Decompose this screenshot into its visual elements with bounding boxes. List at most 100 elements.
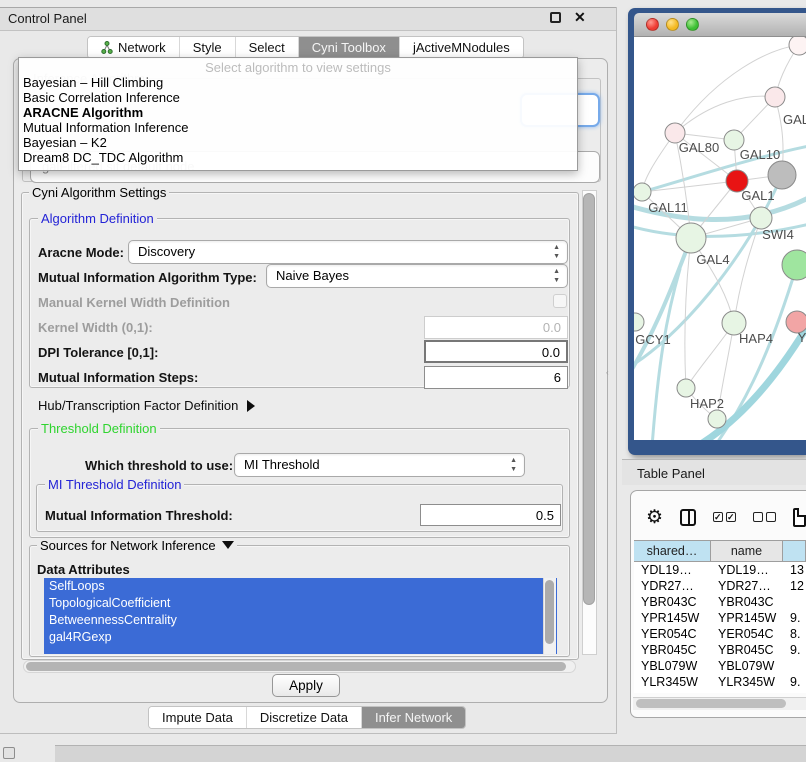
kernel-width-label: Kernel Width (0,1): [38, 320, 153, 335]
control-panel-titlebar [0, 7, 617, 31]
table-row[interactable]: YIL052CYIL052C9 [634, 690, 806, 693]
network-window-titlebar[interactable] [634, 13, 806, 37]
attribute-item[interactable]: SelfLoops [44, 578, 557, 595]
mi-algorithm-type-combobox[interactable]: Naive Bayes ▲▼ [266, 264, 568, 288]
manual-kernel-width-checkbox [553, 294, 567, 308]
network-node[interactable] [634, 313, 644, 331]
network-node[interactable] [782, 250, 806, 280]
table-row[interactable]: YLR345WYLR345W9. [634, 674, 806, 690]
apply-button[interactable]: Apply [272, 674, 340, 697]
checked-box-icon: ✓ [713, 512, 723, 522]
column-header[interactable]: name [711, 541, 783, 561]
table-row[interactable]: YPR145WYPR145W9. [634, 610, 806, 626]
checked-pair-icon[interactable]: ✓ ✓ [713, 512, 736, 522]
checked-box-icon: ✓ [726, 512, 736, 522]
table-row[interactable]: YBR043CYBR043C [634, 594, 806, 610]
tab-cyni-toolbox[interactable]: Cyni Toolbox [299, 37, 400, 58]
float-window-icon[interactable] [550, 12, 561, 23]
table-cell: 13 [783, 562, 806, 578]
panel-resize-grip[interactable]: ‹ [606, 369, 611, 376]
tab-jactivemnodules[interactable]: jActiveMNodules [400, 37, 523, 58]
network-node-label: GAL4 [696, 252, 729, 267]
sources-title-text: Sources for Network Inference [40, 538, 216, 553]
tab-label: jActiveMNodules [413, 37, 510, 58]
panel-divider [0, 733, 617, 734]
table-cell: YBR045C [711, 642, 783, 658]
attribute-item[interactable]: gal4RGexp [44, 629, 557, 646]
tab-discretize-data[interactable]: Discretize Data [247, 707, 362, 728]
which-threshold-combobox[interactable]: MI Threshold ▲▼ [234, 453, 525, 477]
algorithm-dropdown-placeholder: Select algorithm to view settings [19, 60, 577, 75]
split-columns-icon[interactable] [680, 509, 696, 526]
algorithm-option[interactable]: Dream8 DC_TDC Algorithm [19, 150, 577, 165]
network-edge [685, 238, 691, 388]
algorithm-definition-title: Algorithm Definition [38, 211, 157, 226]
gear-icon[interactable]: ⚙ [646, 508, 663, 527]
table-cell: 9. [783, 642, 806, 658]
network-node[interactable] [677, 379, 695, 397]
table-row[interactable]: YDL19…YDL19…13 [634, 562, 806, 578]
tab-network[interactable]: Network [88, 37, 180, 58]
network-node[interactable] [634, 183, 651, 201]
network-node-label: GAL1 [741, 188, 774, 203]
table-cell [783, 658, 806, 674]
table-horizontal-scrollbar-thumb[interactable] [636, 699, 786, 708]
network-node[interactable] [765, 87, 785, 107]
network-node[interactable] [789, 37, 806, 55]
table-cell: YER054C [634, 626, 711, 642]
unchecked-pair-icon[interactable] [753, 512, 776, 522]
sources-horizontal-scrollbar-thumb[interactable] [26, 662, 566, 671]
mi-threshold-definition-title: MI Threshold Definition [45, 477, 184, 492]
mi-threshold-field[interactable]: 0.5 [420, 504, 561, 526]
close-icon[interactable]: ✕ [574, 9, 586, 26]
network-node-label: HAP2 [690, 396, 724, 411]
table-row[interactable]: YER054CYER054C8. [634, 626, 806, 642]
table-cell: 9 [783, 690, 806, 693]
network-node[interactable] [708, 410, 726, 428]
network-node[interactable] [676, 223, 706, 253]
algorithm-option[interactable]: Basic Correlation Inference [19, 90, 577, 105]
algorithm-option[interactable]: Bayesian – Hill Climbing [19, 75, 577, 90]
page-icon[interactable] [793, 508, 806, 527]
algorithm-option[interactable]: Bayesian – K2 [19, 135, 577, 150]
table-cell: YIL052C [711, 690, 783, 693]
table-cell: YPR145W [711, 610, 783, 626]
sources-group-title[interactable]: Sources for Network Inference [37, 538, 237, 553]
minimize-traffic-light-icon[interactable] [666, 18, 679, 31]
dpi-tolerance-field[interactable]: 0.0 [424, 340, 568, 363]
column-header[interactable] [783, 541, 806, 561]
algorithm-option[interactable]: Mutual Information Inference [19, 120, 577, 135]
algorithm-option[interactable]: ARACNE Algorithm [19, 105, 577, 120]
table-row[interactable]: YDR27…YDR27…12 [634, 578, 806, 594]
network-node[interactable] [750, 207, 772, 229]
hub-transcription-factor-expander[interactable]: Hub/Transcription Factor Definition [38, 398, 255, 413]
attributes-scrollbar-thumb[interactable] [545, 580, 554, 644]
tab-impute-data[interactable]: Impute Data [149, 707, 247, 728]
aracne-mode-combobox[interactable]: Discovery ▲▼ [128, 240, 568, 264]
table-row[interactable]: YBL079WYBL079W [634, 658, 806, 674]
attribute-item[interactable]: TopologicalCoefficient [44, 595, 557, 612]
tab-style[interactable]: Style [180, 37, 236, 58]
column-header[interactable]: shared… [634, 541, 711, 561]
network-node-label: GAL10 [740, 147, 780, 162]
mi-algorithm-type-label: Mutual Information Algorithm Type: [38, 270, 257, 285]
network-view-canvas[interactable]: GALGAL80GAL10GAL1GAL11SWI4GAL4GCY1HAP4YH… [634, 37, 806, 440]
mi-steps-field[interactable]: 6 [424, 366, 568, 389]
zoom-traffic-light-icon[interactable] [686, 18, 699, 31]
attribute-item[interactable]: BetweennessCentrality [44, 612, 557, 629]
algorithm-dropdown-popup: Select algorithm to view settings Bayesi… [18, 57, 578, 171]
table-row[interactable]: YBR045CYBR045C9. [634, 642, 806, 658]
table-panel-title: Table Panel [637, 466, 705, 481]
tab-select[interactable]: Select [236, 37, 299, 58]
table-cell: 9. [783, 610, 806, 626]
close-traffic-light-icon[interactable] [646, 18, 659, 31]
which-threshold-label: Which threshold to use: [85, 458, 233, 473]
aracne-mode-value: Discovery [138, 244, 195, 259]
tab-label: Cyni Toolbox [312, 37, 386, 58]
network-node[interactable] [768, 161, 796, 189]
attribute-item[interactable] [44, 646, 557, 654]
mi-threshold-label: Mutual Information Threshold: [45, 508, 233, 523]
network-node-label: HAP4 [739, 331, 773, 346]
settings-scrollbar-thumb[interactable] [583, 193, 595, 605]
tab-infer-network[interactable]: Infer Network [362, 707, 465, 728]
